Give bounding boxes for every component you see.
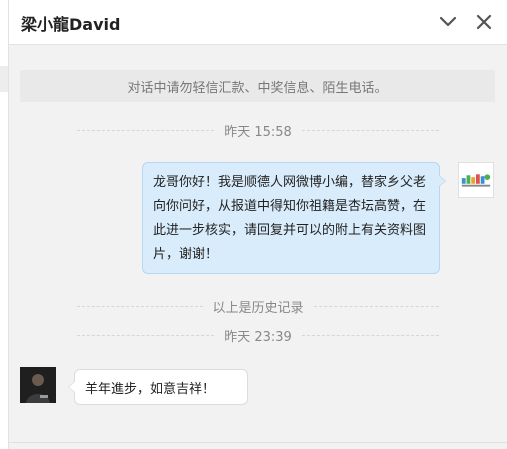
divider-line bbox=[77, 334, 215, 336]
history-divider: 以上是历史记录 bbox=[77, 297, 440, 316]
avatar-self[interactable] bbox=[458, 162, 494, 198]
divider-line bbox=[301, 129, 440, 131]
outgoing-message-bubble[interactable]: 龙哥你好！我是顺德人网微博小编，替家乡父老向你问好，从报道中得知你祖籍是杏坛高赞… bbox=[142, 162, 446, 274]
left-panel-notch bbox=[0, 66, 8, 92]
divider-line bbox=[313, 305, 440, 307]
collapse-button[interactable] bbox=[436, 10, 460, 34]
message-text: 羊年進步，如意吉祥！ bbox=[85, 381, 216, 397]
message-timestamp: 昨天 23:39 bbox=[224, 329, 292, 345]
close-button[interactable] bbox=[472, 10, 496, 34]
chat-title: 梁小龍David bbox=[21, 15, 121, 34]
divider-line bbox=[77, 129, 215, 131]
bubble-tail-fill bbox=[438, 175, 445, 187]
contact-photo-image bbox=[20, 367, 56, 403]
input-area-divider bbox=[9, 442, 507, 443]
divider-line bbox=[301, 334, 440, 336]
incoming-message-bubble[interactable]: 羊年進步，如意吉祥！ bbox=[68, 369, 248, 405]
timestamp-divider: 昨天 15:58 bbox=[77, 121, 440, 140]
security-notice: 对话中请勿轻信汇款、中奖信息、陌生电话。 bbox=[20, 70, 495, 102]
history-marker: 以上是历史记录 bbox=[212, 300, 304, 316]
divider-line bbox=[77, 305, 203, 307]
message-text: 龙哥你好！我是顺德人网微博小编，替家乡父老向你问好，从报道中得知你祖籍是杏坛高赞… bbox=[153, 175, 427, 262]
timestamp-divider: 昨天 23:39 bbox=[77, 326, 440, 345]
chat-header: 梁小龍David bbox=[9, 0, 507, 45]
bubble-tail-fill bbox=[69, 381, 76, 393]
avatar-contact[interactable] bbox=[20, 367, 56, 403]
logo-avatar-image bbox=[459, 163, 493, 197]
left-panel-edge bbox=[0, 0, 9, 449]
close-icon bbox=[476, 14, 492, 30]
message-timestamp: 昨天 15:58 bbox=[224, 124, 292, 140]
chevron-down-icon bbox=[439, 16, 457, 27]
